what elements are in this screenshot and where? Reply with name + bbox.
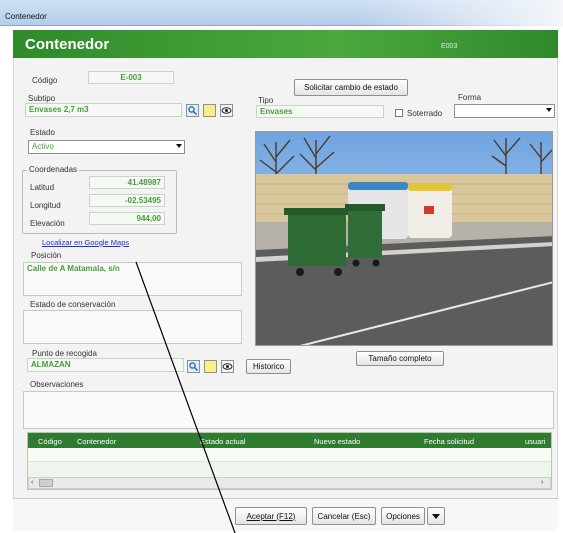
annotation-line: [135, 261, 236, 533]
